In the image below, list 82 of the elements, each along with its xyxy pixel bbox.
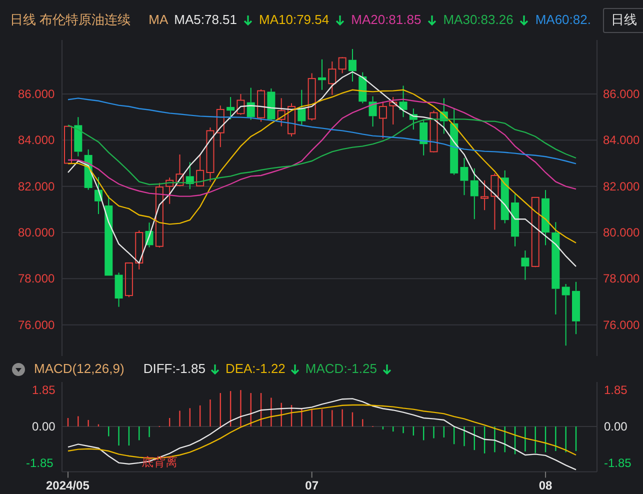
candlestick xyxy=(470,168,478,220)
indicator-reading: MA30:83.26 xyxy=(443,11,514,30)
candlestick xyxy=(572,281,580,335)
candlestick xyxy=(368,96,377,128)
candlestick xyxy=(64,126,72,164)
candlestick xyxy=(338,56,346,74)
candlestick xyxy=(430,110,438,153)
candlestick xyxy=(155,182,164,248)
indicator-reading: MA5:78.51 xyxy=(174,11,237,30)
axis-label: 0.00 xyxy=(32,419,56,434)
candlestick xyxy=(267,88,276,122)
axis-label: 80.000 xyxy=(603,226,640,240)
axis-label: 1.85 xyxy=(604,383,628,398)
candlestick xyxy=(440,98,448,134)
candlestick xyxy=(124,262,133,298)
axis-label: -1.85 xyxy=(26,456,54,470)
candlestick xyxy=(308,72,316,122)
candlestick xyxy=(511,194,520,247)
candlestick xyxy=(521,250,530,280)
candlestick xyxy=(378,101,387,140)
candlestick xyxy=(94,176,102,215)
axis-label: 1.85 xyxy=(32,383,56,398)
indicator-reading: DIFF:-1.85 xyxy=(143,360,206,378)
candlestick xyxy=(166,177,174,204)
candlestick xyxy=(288,102,296,137)
candlestick xyxy=(358,72,367,104)
axis-label: 76.000 xyxy=(18,318,55,332)
chart-title: 日线 布伦特原油连续 xyxy=(10,11,131,30)
axis-label: 82.000 xyxy=(603,179,640,194)
candlestick xyxy=(277,98,286,127)
candlestick xyxy=(226,96,235,120)
axis-label: -1.85 xyxy=(604,456,632,470)
candlestick xyxy=(420,118,428,156)
candlestick xyxy=(135,230,144,270)
candlestick xyxy=(328,60,336,96)
axis-label: 80.000 xyxy=(18,226,55,240)
candlestick xyxy=(298,89,306,126)
candlestick xyxy=(236,94,245,116)
candlestick xyxy=(74,116,82,157)
axis-label: 76.000 xyxy=(603,318,640,332)
candlestick xyxy=(460,157,468,196)
candlestick xyxy=(348,48,356,82)
axis-label: 84.000 xyxy=(18,133,55,148)
indicator-reading: DEA:-1.22 xyxy=(225,360,286,378)
candlestick xyxy=(490,172,499,230)
axis-label: 86.000 xyxy=(603,87,640,102)
indicator-title: MACD(12,26,9) xyxy=(34,360,124,378)
period-dropdown[interactable]: 日线 xyxy=(602,8,643,32)
indicator-reading: MA60:82. xyxy=(535,11,591,30)
candlestick xyxy=(531,196,540,268)
candlestick xyxy=(542,190,550,246)
candlestick xyxy=(196,154,204,187)
collapse-icon xyxy=(12,362,25,376)
axis-label: 08 xyxy=(538,478,552,493)
candlestick xyxy=(399,85,408,118)
axis-label: 0.00 xyxy=(604,419,628,434)
indicator-label: MA xyxy=(148,11,168,30)
candlestick xyxy=(114,272,123,308)
axis-label: 2024/05 xyxy=(46,478,90,493)
axis-label: 78.000 xyxy=(18,272,55,286)
candlestick xyxy=(206,126,214,182)
candlestick xyxy=(176,154,184,187)
axis-label: 07 xyxy=(305,478,319,493)
axis-label: 82.000 xyxy=(18,179,55,194)
candlestick xyxy=(389,96,398,125)
axis-label: 84.000 xyxy=(603,133,640,148)
candlestick xyxy=(318,58,326,90)
indicator-reading: MACD:-1.25 xyxy=(305,360,377,378)
indicator-reading: MA10:79.54 xyxy=(259,11,330,30)
candlestick xyxy=(562,283,570,346)
candlestick xyxy=(257,88,266,122)
axis-label: 78.000 xyxy=(603,272,640,286)
indicator-reading: MA20:81.85 xyxy=(351,11,422,30)
candlestick xyxy=(409,108,418,130)
candlestick xyxy=(145,222,154,248)
candlestick xyxy=(246,87,255,120)
candlestick xyxy=(186,162,194,190)
axis-label: 86.000 xyxy=(18,87,55,102)
candlestick xyxy=(480,180,489,211)
candlestick xyxy=(500,170,509,224)
candlestick xyxy=(450,108,458,176)
candlestick xyxy=(216,105,224,148)
